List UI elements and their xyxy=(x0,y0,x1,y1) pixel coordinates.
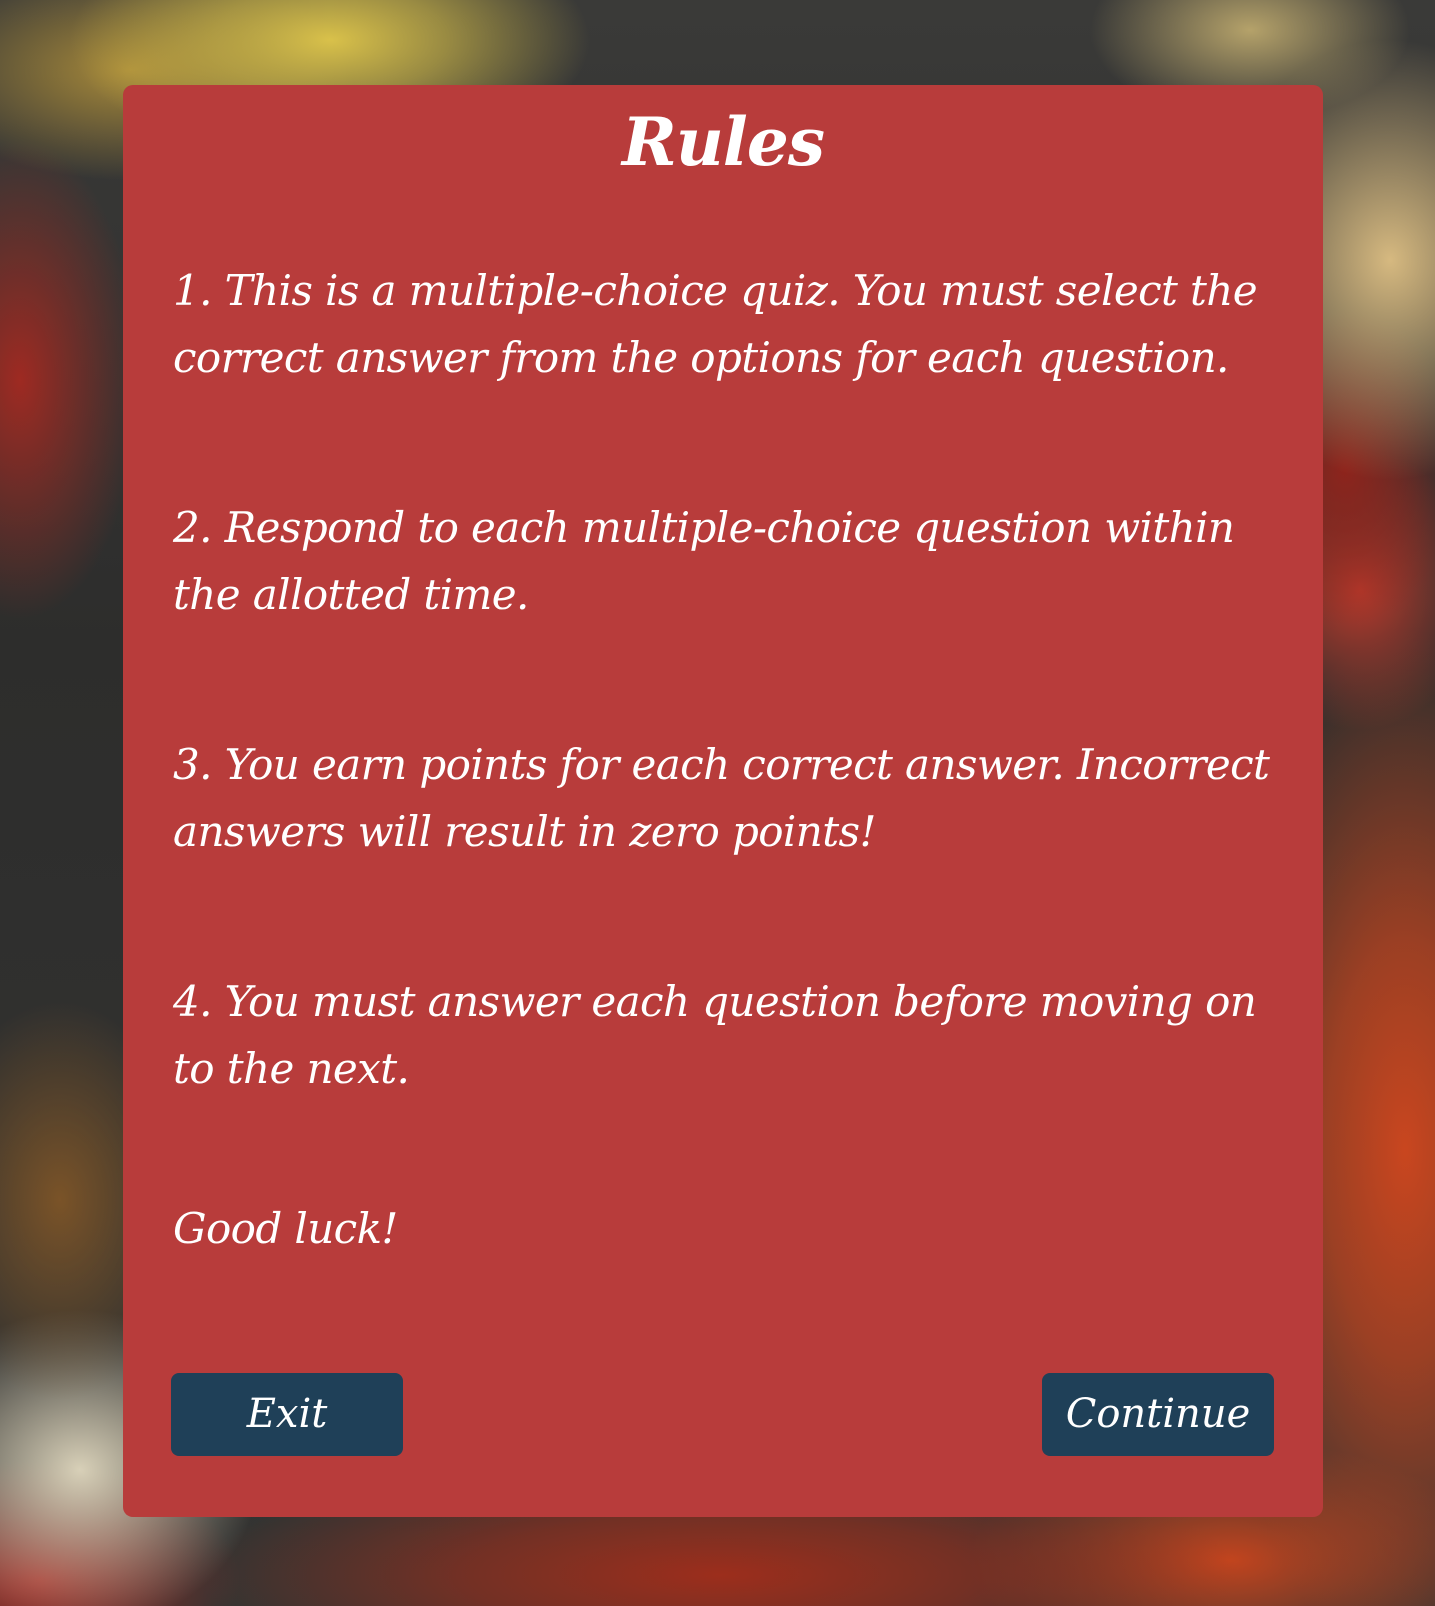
dialog-title: Rules xyxy=(621,103,825,181)
rules-dialog: Rules 1. This is a multiple-choice quiz.… xyxy=(123,85,1323,1517)
rule-item: 2. Respond to each multiple-choice quest… xyxy=(173,503,1235,619)
closing-message: Good luck! xyxy=(173,1204,398,1253)
rules-list: 1. This is a multiple-choice quiz. You m… xyxy=(173,257,1283,1205)
continue-button[interactable]: Continue xyxy=(1042,1373,1274,1456)
exit-button[interactable]: Exit xyxy=(171,1373,403,1456)
rule-item: 1. This is a multiple-choice quiz. You m… xyxy=(173,266,1258,382)
rule-item: 3. You earn points for each correct answ… xyxy=(173,740,1270,856)
rule-item: 4. You must answer each question before … xyxy=(173,977,1257,1093)
